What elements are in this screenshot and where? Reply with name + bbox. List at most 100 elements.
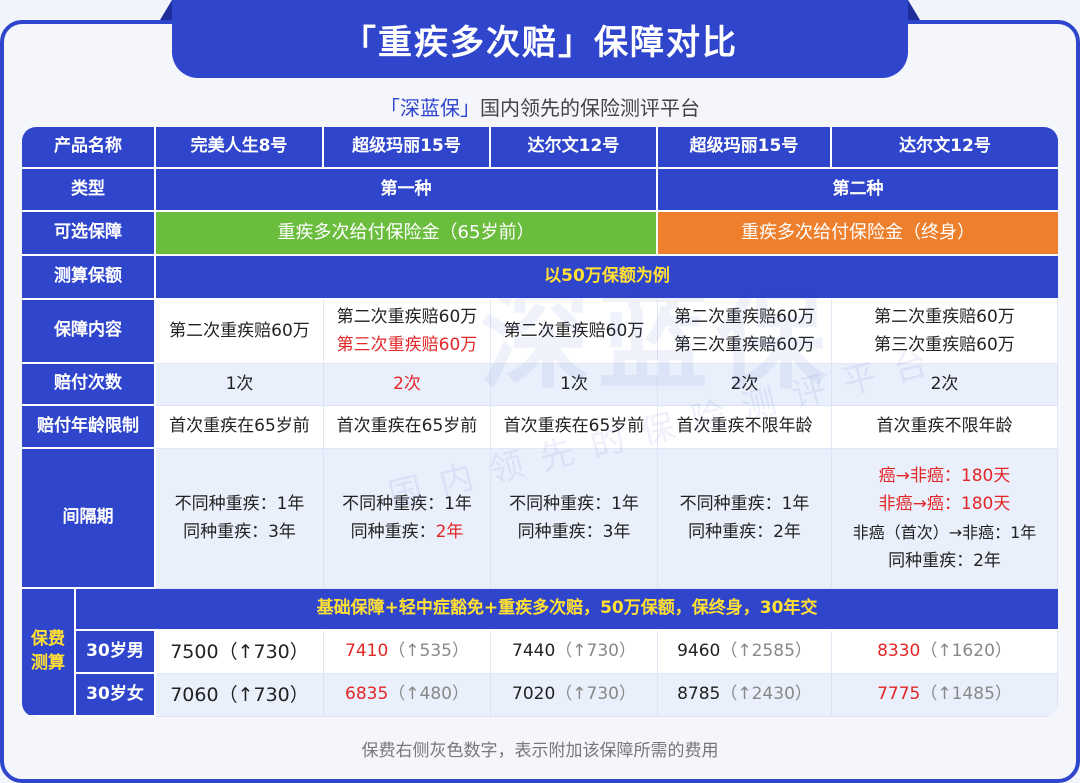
premium-price: 7410	[345, 641, 389, 662]
row-label-optional: 可选保障	[22, 212, 156, 256]
premium-cell: 7060 （↑730）	[156, 674, 324, 717]
sum-insured-note: 以50万保额为例	[156, 256, 1058, 300]
premium-cell: 7775 （↑1485）	[832, 674, 1058, 717]
premium-price: 8785	[677, 684, 721, 705]
content-cell: 第二次重疾赔60万	[156, 300, 324, 364]
premium-extra: （↑1620）	[920, 641, 1012, 662]
content-cell: 第二次重疾赔60万 第三次重疾赔60万	[658, 300, 832, 364]
interval-cell: 不同种重疾：1年 同种重疾：2年	[658, 449, 832, 589]
premium-cell: 7500 （↑730）	[156, 631, 324, 674]
comparison-table: 产品名称 完美人生8号 超级玛丽15号 达尔文12号 超级玛丽15号 达尔文12…	[22, 127, 1058, 717]
product-name: 达尔文12号	[832, 127, 1058, 169]
content-line: 第三次重疾赔60万	[336, 334, 478, 355]
premium-price: 6835	[345, 684, 389, 705]
premium-extra: （↑1485）	[920, 684, 1012, 705]
content-cell: 第二次重疾赔60万	[491, 300, 658, 364]
row-label-content: 保障内容	[22, 300, 156, 364]
interval-line: 不同种重疾：1年	[679, 494, 810, 515]
type-second: 第二种	[658, 169, 1058, 212]
product-name: 超级玛丽15号	[658, 127, 832, 169]
row-label-female: 30岁女	[76, 674, 156, 717]
premium-cell: 6835 （↑480）	[324, 674, 491, 717]
content-line: 第二次重疾赔60万	[874, 307, 1015, 328]
premium-cell: 8330 （↑1620）	[832, 631, 1058, 674]
optional-65: 重疾多次给付保险金（65岁前）	[156, 212, 658, 256]
footnote: 保费右侧灰色数字，表示附加该保障所需的费用	[361, 741, 719, 761]
premium-extra: （↑730）	[555, 684, 636, 705]
times-cell: 2次	[832, 364, 1058, 406]
age-cell: 首次重疾不限年龄	[658, 406, 832, 449]
row-label-premium: 保费测算	[22, 589, 76, 717]
interval-line: 同种重疾：2年	[888, 550, 1001, 571]
interval-line: 不同种重疾：1年	[342, 494, 472, 515]
content-line: 第二次重疾赔60万	[336, 307, 478, 328]
premium-price: 7060	[170, 683, 219, 706]
interval-cell: 癌→非癌：180天 非癌→癌：180天 非癌（首次）→非癌：1年 同种重疾：2年	[832, 449, 1058, 589]
times-cell: 2次	[658, 364, 832, 406]
premium-price: 7775	[877, 684, 921, 705]
product-name: 超级玛丽15号	[324, 127, 491, 169]
premium-extra: （↑730）	[218, 683, 309, 706]
product-name: 完美人生8号	[156, 127, 324, 169]
interval-cell: 不同种重疾：1年 同种重疾：2年	[324, 449, 491, 589]
type-first: 第一种	[156, 169, 658, 212]
subtitle: 「深蓝保」国内领先的保险测评平台	[0, 92, 1080, 121]
subtitle-text: 国内领先的保险测评平台	[480, 96, 700, 120]
row-label-interval: 间隔期	[22, 449, 156, 589]
interval-line: 不同种重疾：1年	[509, 494, 639, 515]
premium-extra: （↑730）	[555, 641, 636, 662]
interval-line: 同种重疾：3年	[183, 521, 296, 542]
interval-cell: 不同种重疾：1年 同种重疾：3年	[491, 449, 658, 589]
premium-extra: （↑480）	[388, 684, 469, 705]
premium-basis: 基础保障+轻中症豁免+重疾多次赔，50万保额，保终身，30年交	[76, 589, 1058, 631]
content-line: 第二次重疾赔60万	[169, 320, 310, 341]
product-name: 达尔文12号	[491, 127, 658, 169]
row-label-male: 30岁男	[76, 631, 156, 674]
premium-extra: （↑730）	[218, 640, 309, 663]
age-cell: 首次重疾在65岁前	[156, 406, 324, 449]
times-cell: 2次	[324, 364, 491, 406]
row-label-sum: 测算保额	[22, 256, 156, 300]
content-line: 第三次重疾赔60万	[674, 334, 815, 355]
interval-label: 同种重疾：	[350, 521, 436, 542]
interval-cell: 不同种重疾：1年 同种重疾：3年	[156, 449, 324, 589]
interval-line: 癌→非癌：180天	[878, 465, 1011, 486]
premium-cell: 7440 （↑730）	[491, 631, 658, 674]
premium-extra: （↑535）	[388, 641, 469, 662]
content-line: 第二次重疾赔60万	[503, 320, 645, 341]
age-cell: 首次重疾在65岁前	[491, 406, 658, 449]
row-label-type: 类型	[22, 169, 156, 212]
interval-line: 同种重疾：3年	[517, 521, 631, 542]
premium-label: 保费测算	[31, 629, 65, 673]
premium-price: 7440	[512, 641, 556, 662]
age-cell: 首次重疾不限年龄	[832, 406, 1058, 449]
premium-price: 7500	[170, 640, 219, 663]
optional-lifetime: 重疾多次给付保险金（终身）	[658, 212, 1058, 256]
content-line: 第三次重疾赔60万	[874, 334, 1015, 355]
content-cell: 第二次重疾赔60万 第三次重疾赔60万	[324, 300, 491, 364]
interval-line: 非癌（首次）→非癌：1年	[852, 523, 1037, 543]
premium-cell: 9460 （↑2585）	[658, 631, 832, 674]
premium-cell: 7020 （↑730）	[491, 674, 658, 717]
premium-extra: （↑2585）	[720, 641, 812, 662]
interval-value: 2年	[435, 521, 464, 542]
times-cell: 1次	[491, 364, 658, 406]
premium-price: 9460	[677, 641, 721, 662]
interval-line: 非癌→癌：180天	[878, 494, 1011, 515]
row-label-product: 产品名称	[22, 127, 156, 169]
content-line: 第二次重疾赔60万	[674, 307, 815, 328]
page-title: 「重疾多次赔」保障对比	[342, 22, 738, 63]
times-cell: 1次	[156, 364, 324, 406]
title-banner: 「重疾多次赔」保障对比	[160, 0, 920, 78]
premium-cell: 8785 （↑2430）	[658, 674, 832, 717]
age-cell: 首次重疾在65岁前	[324, 406, 491, 449]
interval-line: 同种重疾：2年	[351, 519, 464, 546]
row-label-times: 赔付次数	[22, 364, 156, 406]
premium-price: 7020	[512, 684, 556, 705]
content-cell: 第二次重疾赔60万 第三次重疾赔60万	[832, 300, 1058, 364]
premium-price: 8330	[877, 641, 921, 662]
premium-extra: （↑2430）	[720, 684, 812, 705]
brand-name: 「深蓝保」	[380, 96, 480, 120]
interval-line: 不同种重疾：1年	[174, 494, 305, 515]
row-label-age: 赔付年龄限制	[22, 406, 156, 449]
